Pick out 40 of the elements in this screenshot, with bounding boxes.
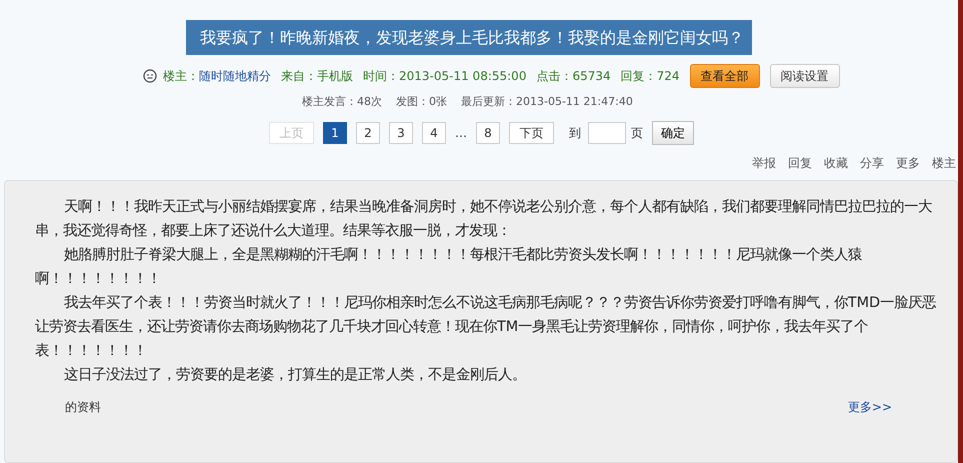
meta-label: 楼主： xyxy=(163,68,199,82)
page-button[interactable]: 1 xyxy=(323,122,347,144)
post-action-link[interactable]: 举报 xyxy=(752,155,776,172)
profile-link[interactable]: 的资料 xyxy=(65,395,101,419)
meta-label: 来自： xyxy=(281,68,317,82)
meta-value: 2013-05-11 08:55:00 xyxy=(399,68,526,82)
post-paragraph: 这日子没法过了，劳资要的是老婆，打算生的是正常人类，不是金刚后人。 xyxy=(62,366,527,385)
page-input[interactable] xyxy=(588,122,626,144)
post-paragraph: 天啊！！！我昨天正式与小丽结婚摆宴席，结果当晚准备洞房时，她不停说老公别介意，每个人都有缺陷，我们都要理解同情巴拉巴拉的一大串，我还觉得奇怪，都要上床了还说什么大道理。结果等衣服一脱，才发现： xyxy=(35,198,933,241)
post-action-link[interactable]: 楼主 xyxy=(932,155,956,172)
author-link[interactable]: 随时随地精分 xyxy=(199,68,271,82)
stat-text: 楼主发言：48次 xyxy=(302,94,382,109)
post-action-link[interactable]: 更多 xyxy=(896,155,920,172)
meta-value: 手机版 xyxy=(317,68,353,82)
reading-settings-button[interactable]: 阅读设置 xyxy=(770,64,840,88)
post-paragraph: 我去年买了个表！！！劳资当时就火了！！！尼玛你相亲时怎么不说这毛病那毛病呢？？？劳资告诉你劳资爱打呼噜有脚气，你TMD一脸厌恶让劳资去看医生，还让劳资请你去商场购物花了几千块才回心转意！现在你TM一身黑毛让劳资理解你，同情你，呵护你，我去年买了个表！！！！！！！ xyxy=(35,294,937,361)
thread-title: 我要疯了！昨晚新婚夜，发现老婆身上毛比我都多！我娶的是金刚它闺女吗？ xyxy=(186,20,752,55)
next-page-button[interactable]: 下页 xyxy=(509,122,554,144)
ellipsis: … xyxy=(455,126,467,140)
meta-label: 点击： xyxy=(536,68,572,82)
meta-value: 65734 xyxy=(572,68,611,82)
meta-value: 724 xyxy=(656,68,680,82)
more-link[interactable]: 更多>> xyxy=(848,395,892,419)
goto-label: 到 xyxy=(569,124,581,142)
page-button[interactable]: 2 xyxy=(356,122,380,144)
page-button[interactable]: 8 xyxy=(476,122,500,144)
view-all-button[interactable]: 查看全部 xyxy=(690,64,760,88)
stat-text: 发图：0张 xyxy=(396,94,447,109)
page-button[interactable]: 3 xyxy=(389,122,413,144)
post-action-link[interactable]: 回复 xyxy=(788,155,812,172)
meta-label: 回复： xyxy=(620,68,657,82)
meta-label: 时间： xyxy=(363,68,399,82)
post-paragraph: 她胳膊肘肚子脊梁大腿上，全是黑糊糊的汗毛啊！！！！！！！！每根汗毛都比劳资头发长啊！！！！！！！尼玛就像一个类人猿啊！！！！！！！！ xyxy=(35,246,863,289)
face-icon xyxy=(143,69,157,83)
post-action-link[interactable]: 分享 xyxy=(860,155,884,172)
page-unit: 页 xyxy=(631,124,643,142)
post-action-link[interactable]: 收藏 xyxy=(824,155,848,172)
confirm-button[interactable]: 确定 xyxy=(652,121,694,145)
page-button[interactable]: 4 xyxy=(422,122,446,144)
stat-text: 最后更新：2013-05-11 21:47:40 xyxy=(461,94,633,109)
